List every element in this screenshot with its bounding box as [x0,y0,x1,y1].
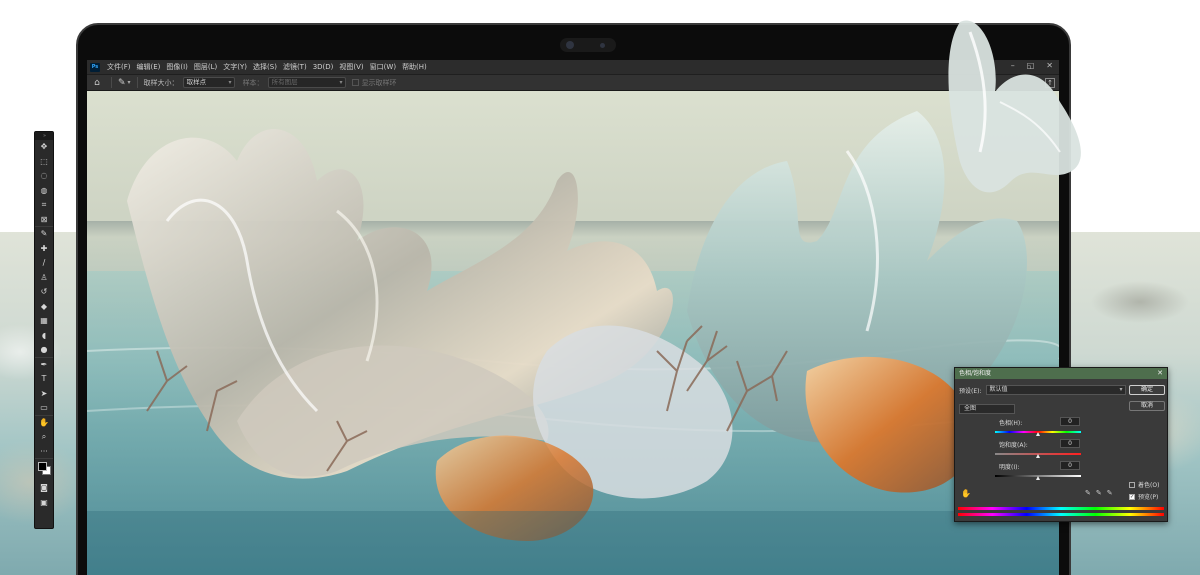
gradient-tool-icon[interactable]: ▦ [35,314,53,329]
channel-dropdown[interactable]: 全图 [959,404,1015,414]
eraser-tool-icon[interactable]: ◆ [35,300,53,315]
menu-select[interactable]: 选择(S) [250,62,280,72]
quick-select-tool-icon[interactable]: ◍ [35,184,53,199]
preview-checkbox[interactable]: ✓ [1129,493,1135,500]
menu-window[interactable]: 窗口(W) [367,62,399,72]
brush-tool-icon[interactable]: ∕ [35,256,53,271]
color-spectrum-bar-adjusted [958,513,1164,516]
sample-size-dropdown[interactable]: 取样点 [182,77,235,88]
menu-3d[interactable]: 3D(D) [310,63,337,71]
history-brush-tool-icon[interactable]: ↺ [35,285,53,300]
canvas[interactable] [87,91,1059,575]
menu-file[interactable]: 文件(F) [104,62,134,72]
preview-option[interactable]: ✓ 预览(P) [1129,492,1158,501]
foreground-color-swatch[interactable] [38,462,47,471]
camera-lens [566,41,574,49]
preset-row: 预设(E): 默认值 ⚙ [959,385,1136,395]
blur-tool-icon[interactable]: ◖ [35,329,53,344]
cancel-button[interactable]: 取消 [1129,401,1165,411]
saturation-input[interactable]: 0 [1060,439,1080,448]
lightness-slider-thumb[interactable] [1036,476,1040,480]
dialog-title: 色相/饱和度 [959,370,992,377]
eyedropper-plus-icon[interactable]: ✎ [1096,489,1102,497]
colorize-option[interactable]: 着色(O) [1129,480,1159,489]
sample-size-label: 取样大小： [143,78,179,87]
zoom-tool-icon[interactable]: ⌕ [35,430,53,445]
show-ring-checkbox[interactable] [351,79,359,86]
saturation-label: 饱和度(A): [999,442,1028,449]
menu-view[interactable]: 视图(V) [336,62,366,72]
webcam [560,38,616,52]
show-ring-label: 显示取样环 [361,78,397,87]
preset-label: 预设(E): [959,387,982,395]
tools-panel: » ✥ ⬚ ◌ ◍ ⌗ ⊠ ✎ ✚ ∕ ♙ ↺ ◆ ▦ ◖ ● ✒ T ➤ ▭ … [34,131,54,529]
preset-dropdown[interactable]: 默认值 [985,385,1126,395]
colorize-label: 着色(O) [1138,482,1160,489]
divider [136,77,138,88]
menu-image[interactable]: 图像(I) [163,62,191,72]
eyedropper-group: ✎ ✎ ✎ [1085,489,1113,497]
hand-adjust-icon[interactable]: ✋ [961,489,971,498]
lightness-input[interactable]: 0 [1060,461,1080,470]
home-icon[interactable]: ⌂ [89,78,105,88]
marquee-tool-icon[interactable]: ⬚ [35,155,53,170]
frame-tool-icon[interactable]: ⊠ [35,213,53,227]
eyedropper-minus-icon[interactable]: ✎ [1107,489,1113,497]
color-swatches[interactable] [35,459,53,481]
menu-edit[interactable]: 编辑(E) [134,62,164,72]
ok-button[interactable]: 确定 [1129,385,1165,395]
eyedropper-icon[interactable]: ✎ [118,78,126,88]
stamp-tool-icon[interactable]: ♙ [35,271,53,286]
hand-tool-icon[interactable]: ✋ [35,416,53,431]
color-spectrum-bar [958,507,1164,510]
hue-saturation-dialog: 色相/饱和度 ✕ 预设(E): 默认值 ⚙ 确定 取消 全图 色相(H): 0 … [954,367,1168,522]
preview-label: 预览(P) [1138,494,1159,501]
lightness-label: 明度(I): [999,464,1020,471]
sample-label: 样本： [242,78,264,87]
panel-grip[interactable]: » [35,132,53,140]
menu-filter[interactable]: 滤镜(T) [280,62,310,72]
breakout-glass-sculpture [948,20,1081,193]
camera-sensor [600,42,605,48]
shape-tool-icon[interactable]: ▭ [35,401,53,416]
colorize-checkbox[interactable] [1129,481,1135,488]
dodge-tool-icon[interactable]: ● [35,343,53,358]
screen-mode-icon[interactable]: ▣ [35,496,53,511]
eyedropper-tool-icon[interactable]: ✎ [35,227,53,242]
lasso-tool-icon[interactable]: ◌ [35,169,53,184]
menu-type[interactable]: 文字(Y) [220,62,250,72]
menu-help[interactable]: 帮助(H) [399,62,430,72]
move-tool-icon[interactable]: ✥ [35,140,53,155]
photoshop-window: Ps 文件(F) 编辑(E) 图像(I) 图层(L) 文字(Y) 选择(S) 滤… [87,60,1059,575]
options-bar: ⌂ ✎ ▾ 取样大小： 取样点 样本： 所有图层 显示取样环 ↑ [87,74,1059,91]
close-icon[interactable]: ✕ [1157,368,1163,379]
eyedropper-icon[interactable]: ✎ [1085,489,1091,497]
menu-layer[interactable]: 图层(L) [191,62,220,72]
quick-mask-icon[interactable]: ◙ [35,481,53,496]
saturation-slider-thumb[interactable] [1036,454,1040,458]
hue-label: 色相(H): [999,420,1023,427]
divider [111,77,112,88]
chevron-down-icon[interactable]: ▾ [128,79,131,86]
dialog-title-bar[interactable]: 色相/饱和度 ✕ [955,368,1167,379]
pen-tool-icon[interactable]: ✒ [35,358,53,373]
artwork-glass-sculptures [87,111,1059,575]
hue-input[interactable]: 0 [1060,417,1080,426]
path-select-tool-icon[interactable]: ➤ [35,387,53,402]
healing-tool-icon[interactable]: ✚ [35,242,53,257]
hue-slider-thumb[interactable] [1036,432,1040,436]
type-tool-icon[interactable]: T [35,372,53,387]
more-tools-icon[interactable]: ··· [35,445,53,459]
photoshop-logo-icon: Ps [90,62,100,72]
sample-dropdown[interactable]: 所有图层 [267,77,346,88]
menu-bar: Ps 文件(F) 编辑(E) 图像(I) 图层(L) 文字(Y) 选择(S) 滤… [87,60,1059,74]
crop-tool-icon[interactable]: ⌗ [35,198,53,213]
